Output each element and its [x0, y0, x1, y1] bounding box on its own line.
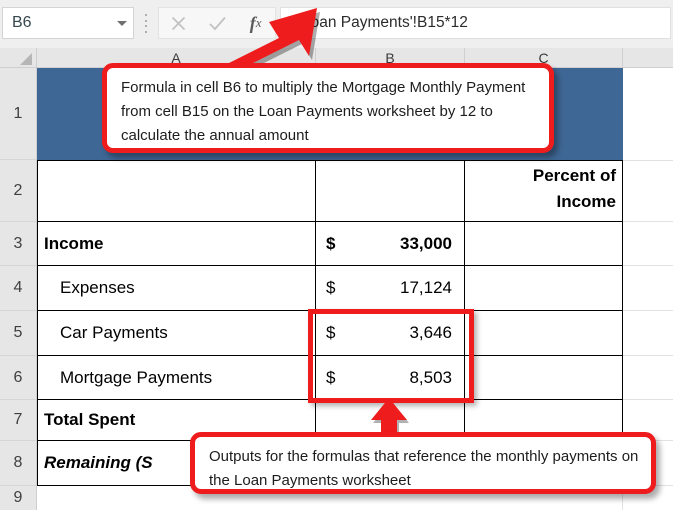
row-header-1[interactable]: 1: [0, 68, 37, 160]
row-header-7[interactable]: 7: [0, 400, 37, 441]
cell-b4-value: 17,124: [400, 278, 452, 297]
formula-input-value: ='Loan Payments'!B15*12: [290, 14, 468, 31]
formula-bar: B6 fx ='Loan Payments'!B15*12: [0, 0, 673, 48]
callout-outputs-explanation-text: Outputs for the formulas that reference …: [209, 448, 639, 489]
cell-a4[interactable]: Expenses: [37, 265, 316, 311]
column-header-d[interactable]: [623, 48, 673, 67]
excel-screenshot: B6 fx ='Loan Payments'!B15*12 A B C 1 2 …: [0, 0, 673, 510]
formula-action-buttons: fx: [158, 7, 276, 39]
row-header-9[interactable]: 9: [0, 486, 37, 510]
fx-insert-function-icon[interactable]: fx: [236, 8, 275, 38]
cell-c2-line1: Percent of: [532, 166, 616, 185]
cell-b4-currency: $: [326, 278, 336, 297]
cell-c2-line2: Income: [556, 192, 616, 211]
highlight-rect-b5-b6: [308, 309, 474, 403]
row-header-3[interactable]: 3: [0, 222, 37, 266]
row-header-4[interactable]: 4: [0, 266, 37, 311]
cell-a2[interactable]: [37, 160, 316, 222]
row-header-8[interactable]: 8: [0, 441, 37, 486]
row-header-6[interactable]: 6: [0, 356, 37, 400]
cell-a6[interactable]: Mortgage Payments: [37, 355, 316, 400]
check-icon[interactable]: [198, 8, 237, 38]
name-box-value: B6: [12, 14, 32, 31]
cell-c2[interactable]: Percent of Income: [464, 160, 623, 222]
formula-input[interactable]: ='Loan Payments'!B15*12: [280, 7, 671, 39]
row-header-5[interactable]: 5: [0, 311, 37, 356]
cell-b3-value: 33,000: [400, 233, 452, 253]
vertical-dots-grip-icon[interactable]: [141, 14, 151, 33]
cell-b4[interactable]: $ 17,124: [315, 265, 465, 311]
cell-c5[interactable]: [464, 310, 623, 356]
cell-b3[interactable]: $ 33,000: [315, 221, 465, 266]
callout-formula-explanation: Formula in cell B6 to multiply the Mortg…: [102, 63, 554, 153]
close-x-icon[interactable]: [159, 8, 198, 38]
select-all-corner-icon[interactable]: [0, 48, 37, 67]
cell-c4[interactable]: [464, 265, 623, 311]
cell-a5[interactable]: Car Payments: [37, 310, 316, 356]
cell-c6[interactable]: [464, 355, 623, 400]
callout-formula-explanation-text: Formula in cell B6 to multiply the Mortg…: [121, 79, 526, 144]
name-box[interactable]: B6: [2, 7, 134, 39]
callout-outputs-explanation: Outputs for the formulas that reference …: [190, 432, 656, 494]
row-header-2[interactable]: 2: [0, 160, 37, 222]
cell-b3-currency: $: [326, 233, 336, 253]
chevron-down-icon[interactable]: [111, 20, 133, 26]
cell-c3[interactable]: [464, 221, 623, 266]
cell-a3[interactable]: Income: [37, 221, 316, 266]
cell-b2[interactable]: [315, 160, 465, 222]
